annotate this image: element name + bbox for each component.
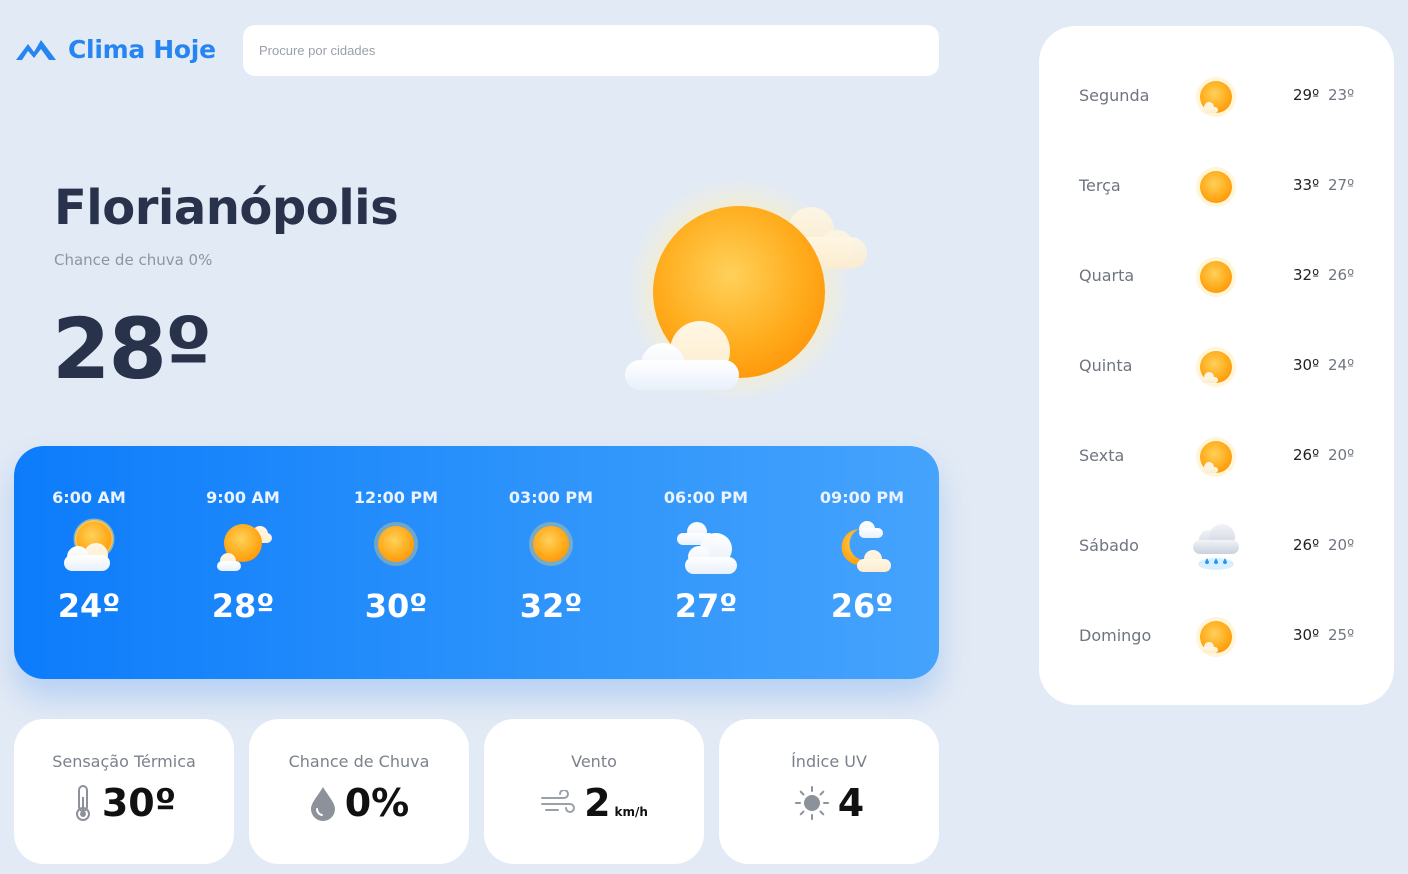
hourly-item: 6:00 AM 24º bbox=[29, 446, 149, 679]
day-name: Terça bbox=[1079, 176, 1121, 195]
hourly-item: 9:00 AM 28º bbox=[183, 446, 303, 679]
hour-time: 09:00 PM bbox=[819, 488, 905, 507]
partly-cloudy-icon bbox=[64, 518, 115, 571]
day-max-temp: 30º bbox=[1293, 356, 1320, 374]
hourly-item: 12:00 PM 30º bbox=[336, 446, 456, 679]
week-day-row: Segunda 29º 23º bbox=[1039, 66, 1394, 126]
day-min-temp: 26º bbox=[1328, 266, 1355, 284]
day-min-temp: 20º bbox=[1328, 536, 1355, 554]
app-logo[interactable]: Clima Hoje bbox=[14, 34, 216, 64]
week-day-row: Quarta 32º 26º bbox=[1039, 246, 1394, 306]
hourly-forecast-panel: 6:00 AM 24º 9:00 AM 28º 12:00 PM 30º 03:… bbox=[14, 446, 939, 679]
hour-temperature: 27º bbox=[674, 587, 738, 625]
day-max-temp: 29º bbox=[1293, 86, 1320, 104]
day-name: Domingo bbox=[1079, 626, 1152, 645]
sun-icon bbox=[1196, 167, 1236, 207]
hour-time: 03:00 PM bbox=[508, 488, 594, 507]
rain-chance-text: Chance de chuva 0% bbox=[54, 251, 213, 269]
rain-chance-card: Chance de Chuva 0% bbox=[249, 719, 469, 864]
card-title: Vento bbox=[571, 752, 617, 771]
day-max-temp: 32º bbox=[1293, 266, 1320, 284]
sun-icon bbox=[374, 522, 418, 566]
day-name: Sexta bbox=[1079, 446, 1125, 465]
hour-time: 06:00 PM bbox=[663, 488, 749, 507]
rain-cloud-icon bbox=[1193, 524, 1239, 570]
day-name: Sábado bbox=[1079, 536, 1139, 555]
day-min-temp: 24º bbox=[1328, 356, 1355, 374]
day-max-temp: 30º bbox=[1293, 626, 1320, 644]
day-name: Quinta bbox=[1079, 356, 1133, 375]
app-name: Clima Hoje bbox=[68, 34, 216, 64]
weekly-forecast-panel: Segunda 29º 23º Terça 33º 27º Quarta 32º… bbox=[1039, 26, 1394, 705]
feels-like-card: Sensação Térmica 30º bbox=[14, 719, 234, 864]
week-day-row: Terça 33º 27º bbox=[1039, 156, 1394, 216]
search-input[interactable] bbox=[243, 25, 939, 76]
mountain-logo-icon bbox=[16, 40, 56, 60]
sun-cloud-icon bbox=[217, 524, 272, 571]
week-day-row: Sábado 26º 20º bbox=[1039, 516, 1394, 576]
city-name: Florianópolis bbox=[54, 180, 399, 236]
sun-small-cloud-icon bbox=[1196, 437, 1236, 477]
sun-small-cloud-icon bbox=[1196, 347, 1236, 387]
drop-icon bbox=[310, 787, 335, 821]
hour-temperature: 32º bbox=[519, 587, 583, 625]
day-name: Segunda bbox=[1079, 86, 1150, 105]
day-max-temp: 26º bbox=[1293, 536, 1320, 554]
hour-time: 12:00 PM bbox=[353, 488, 439, 507]
uv-sun-icon bbox=[794, 786, 829, 820]
feels-like-value: 30º bbox=[101, 781, 177, 825]
uv-value: 4 bbox=[837, 781, 865, 825]
wind-unit: km/h bbox=[614, 805, 648, 819]
wind-card: Vento 2 km/h bbox=[484, 719, 704, 864]
hour-time: 6:00 AM bbox=[52, 488, 126, 507]
hour-temperature: 30º bbox=[364, 587, 428, 625]
day-max-temp: 26º bbox=[1293, 446, 1320, 464]
week-day-row: Quinta 30º 24º bbox=[1039, 336, 1394, 396]
day-min-temp: 27º bbox=[1328, 176, 1355, 194]
sun-small-cloud-icon bbox=[1196, 617, 1236, 657]
hourly-item: 06:00 PM 27º bbox=[646, 446, 766, 679]
day-name: Quarta bbox=[1079, 266, 1135, 285]
sun-icon bbox=[1196, 257, 1236, 297]
card-title: Chance de Chuva bbox=[288, 752, 430, 771]
day-min-temp: 20º bbox=[1328, 446, 1355, 464]
hour-temperature: 28º bbox=[211, 587, 275, 625]
hour-time: 9:00 AM bbox=[206, 488, 280, 507]
wind-icon bbox=[541, 790, 576, 813]
sun-icon bbox=[529, 522, 573, 566]
day-min-temp: 25º bbox=[1328, 626, 1355, 644]
cloudy-icon bbox=[677, 522, 737, 574]
card-title: Sensação Térmica bbox=[52, 752, 196, 771]
week-day-row: Domingo 30º 25º bbox=[1039, 606, 1394, 666]
sun-cloud-icon bbox=[625, 178, 867, 402]
day-min-temp: 23º bbox=[1328, 86, 1355, 104]
sun-small-cloud-icon bbox=[1196, 77, 1236, 117]
day-max-temp: 33º bbox=[1293, 176, 1320, 194]
card-title: Índice UV bbox=[791, 752, 867, 771]
uv-index-card: Índice UV 4 bbox=[719, 719, 939, 864]
moon-cloud-icon bbox=[841, 521, 891, 572]
hourly-item: 03:00 PM 32º bbox=[491, 446, 611, 679]
week-day-row: Sexta 26º 20º bbox=[1039, 426, 1394, 486]
thermometer-icon bbox=[75, 785, 90, 821]
wind-value: 2 bbox=[584, 781, 611, 825]
hour-temperature: 26º bbox=[830, 587, 894, 625]
hourly-item: 09:00 PM 26º bbox=[802, 446, 922, 679]
rain-chance-value: 0% bbox=[344, 781, 410, 825]
hour-temperature: 24º bbox=[57, 587, 121, 625]
current-temperature: 28º bbox=[52, 300, 212, 398]
